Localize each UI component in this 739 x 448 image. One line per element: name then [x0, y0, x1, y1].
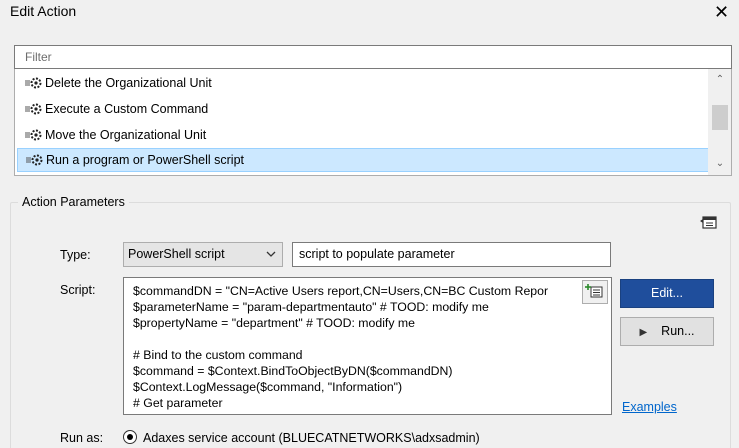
edit-button[interactable]: Edit...: [620, 279, 714, 308]
action-list-item[interactable]: Move the Organizational Unit: [17, 123, 709, 147]
run-button[interactable]: ▶ Run...: [620, 317, 714, 346]
type-label: Type:: [60, 248, 91, 262]
run-as-label: Run as:: [60, 431, 104, 445]
description-input[interactable]: script to populate parameter: [292, 242, 611, 267]
script-line: $commandDN = "CN=Active Users report,CN=…: [133, 284, 549, 298]
gear-action-icon: [25, 129, 42, 141]
type-select-value: PowerShell script: [128, 247, 225, 261]
action-list-item-label: Move the Organizational Unit: [45, 128, 207, 142]
script-line: $command = $Context.BindToObjectByDN($co…: [133, 364, 453, 378]
action-list-item-selected[interactable]: Run a program or PowerShell script: [17, 148, 709, 172]
gear-action-icon: [26, 154, 43, 166]
filter-input[interactable]: [15, 46, 731, 68]
scroll-up-icon[interactable]: ⌃: [708, 71, 731, 88]
list-scrollbar[interactable]: ⌃ ⌄: [708, 69, 731, 175]
script-line: $propertyName = "department" # TOOD: mod…: [133, 316, 415, 330]
scrollbar-thumb[interactable]: [712, 105, 728, 130]
script-line: # Bind to the custom command: [133, 348, 303, 362]
script-line: [133, 331, 577, 347]
script-line: $parameterName = "param-departmentauto" …: [133, 300, 489, 314]
action-list-item[interactable]: Delete the Organizational Unit: [17, 71, 709, 95]
script-line: # Get parameter: [133, 396, 223, 410]
script-label: Script:: [60, 283, 96, 297]
action-parameters-label: Action Parameters: [18, 195, 129, 209]
insert-value-icon: [585, 284, 603, 298]
action-list-item[interactable]: Execute a Custom Command: [17, 97, 709, 121]
window-title: Edit Action: [10, 3, 77, 19]
type-select[interactable]: PowerShell script: [123, 242, 283, 267]
scroll-down-icon[interactable]: ⌄: [708, 155, 731, 172]
chevron-down-icon: [266, 251, 276, 257]
close-icon[interactable]: ✕: [704, 0, 739, 24]
gear-action-icon: [25, 103, 42, 115]
title-bar: Edit Action ✕: [0, 0, 739, 30]
action-list-item-label: Run a program or PowerShell script: [46, 153, 244, 167]
examples-link[interactable]: Examples: [622, 400, 677, 414]
service-account-radio[interactable]: [123, 430, 137, 444]
action-list-item-label: Execute a Custom Command: [45, 102, 209, 116]
gear-action-icon: [25, 77, 42, 89]
action-list-item-label: Delete the Organizational Unit: [45, 76, 212, 90]
run-icon: ▶: [639, 327, 648, 338]
action-list: Delete the Organizational Unit Execute a…: [14, 69, 732, 176]
script-line: $Context.LogMessage($command, "Informati…: [133, 380, 403, 394]
run-button-label: Run...: [661, 324, 695, 338]
script-editor[interactable]: $commandDN = "CN=Active Users report,CN=…: [123, 277, 612, 415]
insert-value-button[interactable]: [582, 280, 608, 304]
service-account-option-label: Adaxes service account (BLUECATNETWORKS\…: [143, 431, 480, 445]
filter-field[interactable]: [14, 45, 732, 69]
parameters-icon[interactable]: [700, 215, 718, 231]
